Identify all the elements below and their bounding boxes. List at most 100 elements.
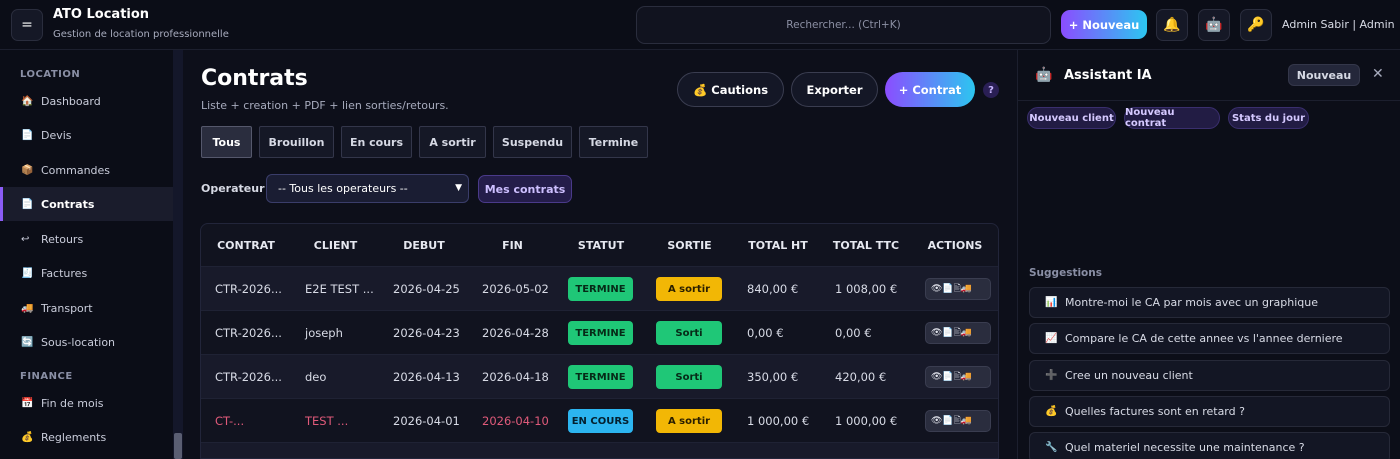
bar-chart-icon: 📊: [1045, 297, 1058, 308]
row-actions[interactable]: 👁📄🖹🚚: [925, 410, 991, 432]
cell-contract[interactable]: CT-...: [215, 399, 244, 443]
operator-select[interactable]: -- Tous les operateurs -- ▼: [266, 174, 469, 203]
cell-total-ht: 840,00 €: [747, 282, 799, 296]
row-actions[interactable]: 👁📄🖹🚚: [925, 278, 991, 300]
eye-icon[interactable]: 👁📄🖹🚚: [931, 325, 972, 341]
status-badge: TERMINE: [568, 321, 633, 345]
table-row[interactable]: CTR-2026... joseph 2026-04-23 2026-04-28…: [201, 310, 998, 355]
assistant-toggle-button[interactable]: 🤖: [1198, 9, 1230, 41]
cell-end: 2026-04-10: [482, 414, 549, 428]
suggestion-item[interactable]: 📊 Montre-moi le CA par mois avec un graph…: [1029, 287, 1390, 318]
chip-new-client[interactable]: Nouveau client: [1027, 107, 1116, 129]
search-input[interactable]: Rechercher... (Ctrl+K): [636, 6, 1051, 44]
suggestion-label: Montre-moi le CA par mois avec un graphi…: [1065, 296, 1318, 309]
document-icon: 📄: [21, 129, 34, 141]
column-header-contrat[interactable]: CONTRAT: [201, 224, 291, 266]
assistant-new-button[interactable]: Nouveau: [1288, 64, 1360, 86]
top-bar: = ATO Location Gestion de location profe…: [0, 0, 1400, 50]
row-actions[interactable]: 👁📄🖹🚚: [925, 322, 991, 344]
table-row[interactable]: CTR-2026... E2E TEST ... 2026-04-25 2026…: [201, 266, 998, 311]
new-contract-button[interactable]: + Contrat: [885, 72, 975, 107]
user-menu[interactable]: Admin Sabir | Admin: [1282, 18, 1395, 31]
exit-badge: A sortir: [656, 277, 722, 301]
filter-brouillon[interactable]: Brouillon: [259, 126, 334, 158]
exit-badge: Sorti: [656, 365, 722, 389]
suggestion-label: Quelles factures sont en retard ?: [1065, 405, 1245, 418]
row-actions[interactable]: 👁📄🖹🚚: [925, 366, 991, 388]
export-button[interactable]: Exporter: [791, 72, 878, 107]
sidebar-item-label: Devis: [41, 128, 72, 142]
cell-total-ttc: 0,00 €: [835, 326, 872, 340]
sidebar-item-transport[interactable]: 🚚 Transport: [0, 291, 173, 325]
column-header-sortie[interactable]: SORTIE: [645, 224, 734, 266]
sidebar-item-fin-de-mois[interactable]: 📅 Fin de mois: [0, 386, 173, 420]
column-header-client[interactable]: CLIENT: [291, 224, 380, 266]
sidebar-item-commandes[interactable]: 📦 Commandes: [0, 153, 173, 187]
money-bag-icon: 💰: [1045, 406, 1058, 417]
sidebar-item-reglements[interactable]: 💰 Reglements: [0, 420, 173, 454]
close-icon[interactable]: ✕: [1372, 66, 1384, 82]
cell-total-ht: 350,00 €: [747, 370, 799, 384]
cell-total-ht: 1 000,00 €: [747, 414, 810, 428]
calendar-icon: 📅: [21, 397, 34, 409]
suggestion-item[interactable]: 📈 Compare le CA de cette annee vs l'annee…: [1029, 323, 1390, 354]
column-header-total-ht[interactable]: TOTAL HT: [734, 224, 822, 266]
cell-contract[interactable]: CTR-2026...: [215, 267, 282, 311]
sidebar-section-finance: FINANCE: [20, 371, 73, 382]
page-subtitle: Liste + creation + PDF + lien sorties/re…: [201, 99, 449, 112]
sidebar-item-factures[interactable]: 🧾 Factures: [0, 256, 173, 290]
bell-icon: 🔔: [1163, 17, 1181, 33]
sidebar-item-sous-location[interactable]: 🔄 Sous-location: [0, 325, 173, 359]
chip-new-contract[interactable]: Nouveau contrat: [1124, 107, 1220, 129]
wrench-icon: 🔧: [1045, 442, 1058, 453]
chip-stats[interactable]: Stats du jour: [1228, 107, 1309, 129]
sidebar-item-label: Fin de mois: [41, 396, 104, 410]
sidebar-item-retours[interactable]: ↩ Retours: [0, 222, 173, 256]
sidebar-scrollbar-thumb[interactable]: [174, 433, 182, 459]
eye-icon[interactable]: 👁📄🖹🚚: [931, 413, 972, 429]
cell-start: 2026-04-25: [393, 282, 460, 296]
key-icon: 🔑: [1247, 17, 1265, 33]
help-icon[interactable]: ?: [983, 82, 999, 98]
sidebar-item-contrats[interactable]: 📄 Contrats: [0, 187, 173, 221]
menu-icon: =: [21, 17, 33, 33]
sidebar-item-dashboard[interactable]: 🏠 Dashboard: [0, 84, 173, 118]
suggestion-label: Cree un nouveau client: [1065, 369, 1193, 382]
sidebar-item-devis[interactable]: 📄 Devis: [0, 118, 173, 152]
my-contracts-button[interactable]: Mes contrats: [478, 175, 572, 203]
column-header-fin[interactable]: FIN: [468, 224, 557, 266]
new-button[interactable]: + Nouveau: [1061, 10, 1147, 39]
notifications-button[interactable]: 🔔: [1156, 9, 1188, 41]
operator-select-value: -- Tous les operateurs --: [278, 182, 408, 195]
cell-client: joseph: [305, 326, 343, 340]
menu-toggle-button[interactable]: =: [11, 9, 43, 41]
cell-contract[interactable]: CTR-2026...: [215, 355, 282, 399]
filter-a-sortir[interactable]: A sortir: [419, 126, 486, 158]
password-button[interactable]: 🔑: [1240, 9, 1272, 41]
cautions-button[interactable]: 💰 Cautions: [677, 72, 784, 107]
table-row[interactable]: CTR-2026... deo 2026-04-13 2026-04-18 TE…: [201, 354, 998, 399]
eye-icon[interactable]: 👁📄🖹🚚: [931, 369, 972, 385]
suggestion-item[interactable]: ➕ Cree un nouveau client: [1029, 360, 1390, 391]
operator-label: Operateur :: [201, 182, 273, 195]
filter-en-cours[interactable]: En cours: [341, 126, 412, 158]
filter-termine[interactable]: Termine: [579, 126, 648, 158]
home-icon: 🏠: [21, 95, 34, 107]
column-header-statut[interactable]: STATUT: [557, 224, 645, 266]
column-header-total-ttc[interactable]: TOTAL TTC: [822, 224, 910, 266]
suggestion-item[interactable]: 💰 Quelles factures sont en retard ?: [1029, 396, 1390, 427]
sidebar-item-label: Transport: [41, 301, 93, 315]
cell-total-ttc: 420,00 €: [835, 370, 887, 384]
cell-contract[interactable]: CTR-2026...: [215, 311, 282, 355]
filter-suspendu[interactable]: Suspendu: [493, 126, 572, 158]
assistant-panel: 🤖 Assistant IA Nouveau ✕ Nouveau client …: [1017, 50, 1400, 459]
robot-icon: 🤖: [1205, 17, 1223, 33]
eye-icon[interactable]: 👁📄🖹🚚: [931, 281, 972, 297]
cell-client: TEST ...: [305, 414, 349, 428]
sidebar-item-label: Retours: [41, 232, 84, 246]
column-header-debut[interactable]: DEBUT: [380, 224, 468, 266]
table-row[interactable]: CT-... TEST ... 2026-04-01 2026-04-10 EN…: [201, 398, 998, 443]
filter-tous[interactable]: Tous: [201, 126, 252, 158]
suggestion-item[interactable]: 🔧 Quel materiel necessite une maintenance…: [1029, 432, 1390, 459]
sidebar-scrollbar[interactable]: [173, 50, 183, 459]
